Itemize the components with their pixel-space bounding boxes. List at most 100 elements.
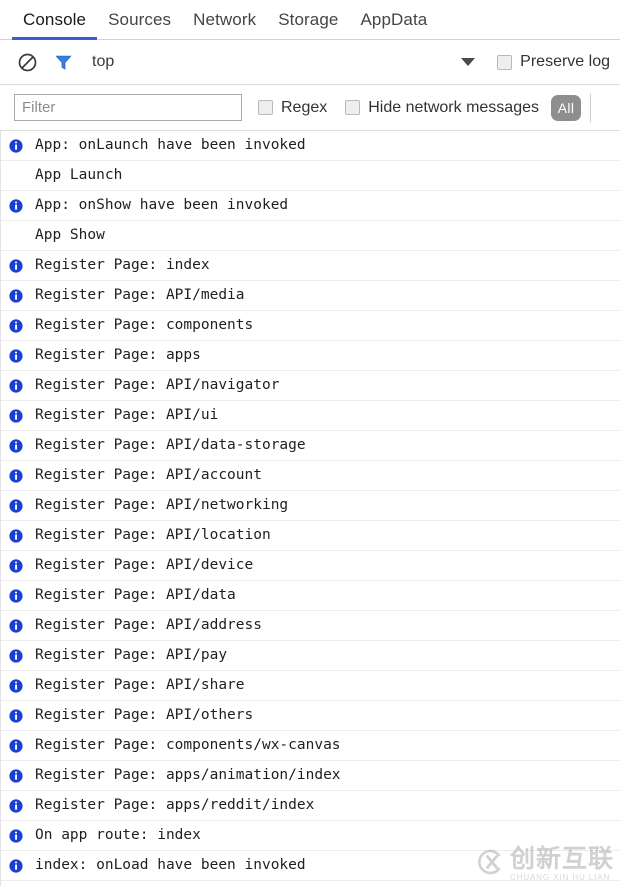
console-log-message: Register Page: API/media [35, 287, 245, 304]
console-log-row[interactable]: Register Page: API/others [1, 701, 620, 731]
info-icon [9, 768, 23, 783]
info-icon [9, 288, 23, 303]
info-icon [9, 858, 23, 873]
console-log-message: App: onLaunch have been invoked [35, 137, 306, 154]
console-log-message: Register Page: API/others [35, 707, 254, 724]
tab-appdata[interactable]: AppData [349, 0, 438, 40]
tab-network-label: Network [193, 9, 257, 29]
info-icon [9, 438, 23, 453]
console-log-row[interactable]: On app route: index [1, 821, 620, 851]
console-log-row[interactable]: Register Page: apps/reddit/index [1, 791, 620, 821]
console-log-message: App Launch [35, 167, 123, 184]
console-log-row[interactable]: Register Page: API/data [1, 581, 620, 611]
regex-box[interactable] [258, 100, 273, 115]
info-icon [9, 258, 23, 273]
hide-network-messages-label: Hide network messages [368, 98, 539, 116]
info-icon [9, 678, 23, 693]
toolbar-divider [590, 93, 591, 122]
info-icon [9, 198, 23, 213]
info-icon [9, 528, 23, 543]
console-log-row[interactable]: Register Page: API/data-storage [1, 431, 620, 461]
console-log-message: index: onLoad have been invoked [35, 857, 306, 874]
console-log-message: App: onShow have been invoked [35, 197, 289, 214]
console-log-message: Register Page: apps/reddit/index [35, 797, 315, 814]
console-log-row[interactable]: Register Page: API/device [1, 551, 620, 581]
console-log-message: Register Page: API/share [35, 677, 245, 694]
regex-label: Regex [281, 98, 328, 116]
console-log-row[interactable]: index: onLoad have been invoked [1, 851, 620, 881]
tab-storage[interactable]: Storage [267, 0, 349, 40]
preserve-log-box[interactable] [497, 54, 513, 70]
hide-network-messages-box[interactable] [345, 100, 361, 115]
console-log-message: Register Page: API/location [35, 527, 271, 544]
clear-console-icon[interactable] [14, 49, 40, 75]
console-log-message: Register Page: apps/animation/index [35, 767, 341, 784]
console-log-message: On app route: index [35, 827, 201, 844]
console-log-row[interactable]: Register Page: apps [1, 341, 620, 371]
console-log-row[interactable]: Register Page: API/networking [1, 491, 620, 521]
info-icon [9, 498, 23, 513]
info-icon [9, 618, 23, 633]
console-log-row[interactable]: Register Page: API/navigator [1, 371, 620, 401]
tab-network[interactable]: Network [182, 0, 267, 40]
console-log-message: Register Page: API/navigator [35, 377, 280, 394]
console-log-row[interactable]: App: onLaunch have been invoked [1, 131, 620, 161]
console-log-message: Register Page: API/data [35, 587, 236, 604]
info-icon [9, 348, 23, 363]
context-selector-label[interactable]: top [92, 53, 114, 71]
info-icon [9, 378, 23, 393]
tab-console[interactable]: Console [12, 0, 98, 40]
console-log-message: Register Page: API/device [35, 557, 254, 574]
info-icon [9, 648, 23, 663]
console-toolbar: top Preserve log [0, 40, 620, 85]
info-icon [9, 738, 23, 753]
console-log-row[interactable]: App Show [1, 221, 620, 251]
console-log-message: Register Page: API/account [35, 467, 262, 484]
console-log-row[interactable]: Register Page: API/media [1, 281, 620, 311]
filter-funnel-icon[interactable] [50, 49, 76, 75]
console-log-row[interactable]: App Launch [1, 161, 620, 191]
console-log-message: Register Page: components/wx-canvas [35, 737, 341, 754]
console-log-row[interactable]: Register Page: API/share [1, 671, 620, 701]
devtools-tabbar: Console Sources Network Storage AppData [0, 0, 620, 40]
console-log-row[interactable]: Register Page: components/wx-canvas [1, 731, 620, 761]
console-log-row[interactable]: Register Page: index [1, 251, 620, 281]
console-log-row[interactable]: Register Page: API/account [1, 461, 620, 491]
info-icon [9, 408, 23, 423]
info-icon [9, 468, 23, 483]
console-log-row[interactable]: Register Page: API/location [1, 521, 620, 551]
filter-input[interactable] [14, 94, 242, 121]
chevron-down-icon[interactable] [461, 58, 476, 66]
preserve-log-checkbox[interactable]: Preserve log [497, 53, 610, 71]
console-filterbar: Regex Hide network messages All [0, 85, 620, 131]
console-log-message: Register Page: index [35, 257, 210, 274]
console-log-message: Register Page: API/pay [35, 647, 228, 664]
console-log-row[interactable]: App: onShow have been invoked [1, 191, 620, 221]
console-log-row[interactable]: Register Page: API/address [1, 611, 620, 641]
console-log-message: Register Page: API/data-storage [35, 437, 306, 454]
info-icon [9, 138, 23, 153]
tab-appdata-label: AppData [360, 9, 428, 29]
tab-console-label: Console [23, 9, 87, 29]
console-log-message: Register Page: API/networking [35, 497, 289, 514]
tab-sources-label: Sources [108, 9, 172, 29]
tab-storage-label: Storage [278, 9, 339, 29]
console-log-list[interactable]: App: onLaunch have been invoked App Launc… [0, 131, 620, 886]
info-icon [9, 708, 23, 723]
hide-network-messages-checkbox[interactable]: Hide network messages [345, 99, 539, 117]
console-log-row[interactable]: Register Page: components [1, 311, 620, 341]
info-icon [9, 558, 23, 573]
console-log-message: Register Page: components [35, 317, 254, 334]
console-log-message: Register Page: apps [35, 347, 201, 364]
console-log-message: App Show [35, 227, 105, 244]
console-log-row[interactable]: Register Page: API/ui [1, 401, 620, 431]
log-level-all-button[interactable]: All [551, 94, 581, 121]
preserve-log-label: Preserve log [520, 53, 610, 70]
console-log-row[interactable]: Register Page: apps/animation/index [1, 761, 620, 791]
tab-sources[interactable]: Sources [97, 0, 182, 40]
info-icon [9, 798, 23, 813]
console-log-row[interactable]: Register Page: API/pay [1, 641, 620, 671]
info-icon [9, 318, 23, 333]
info-icon [9, 828, 23, 843]
regex-checkbox[interactable]: Regex [258, 99, 327, 117]
